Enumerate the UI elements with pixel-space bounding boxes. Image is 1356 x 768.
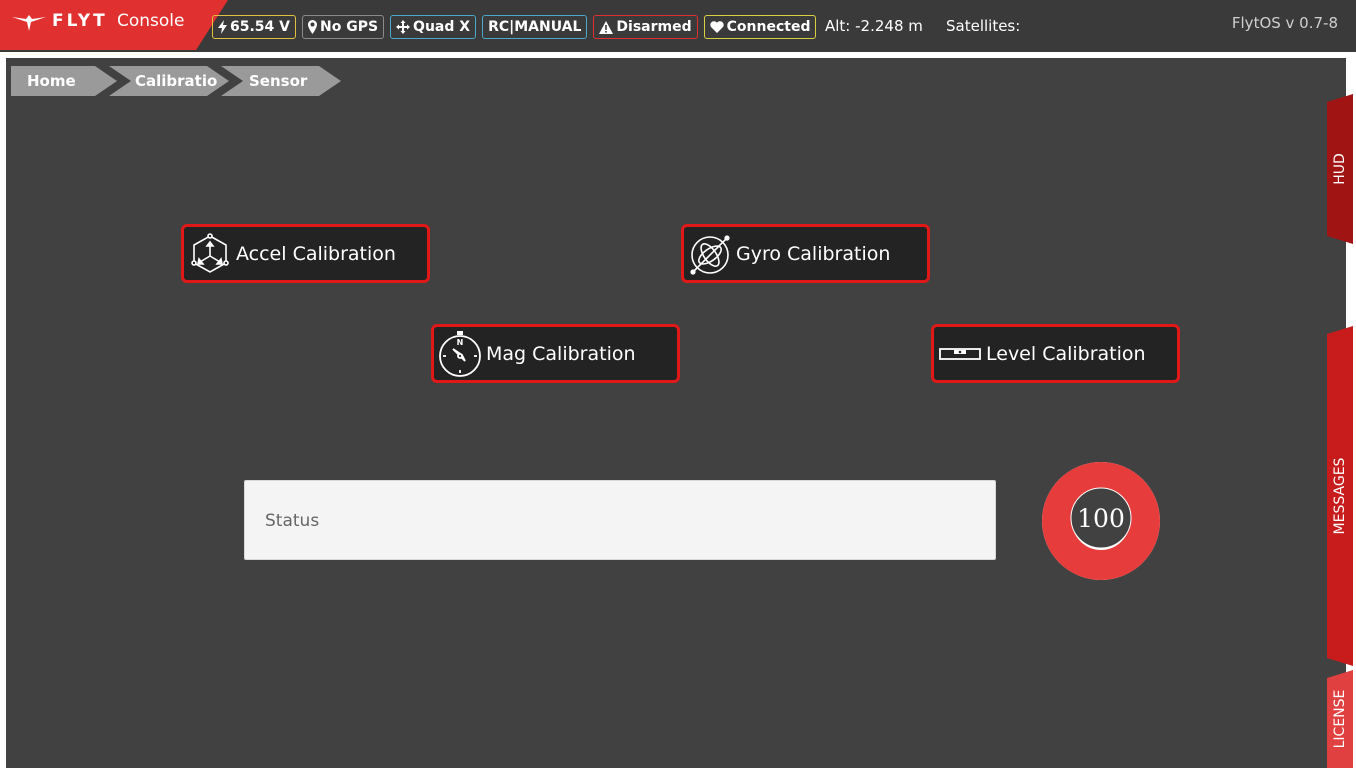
map-pin-icon (308, 20, 317, 34)
gyro-icon (684, 232, 736, 276)
altitude-readout: Alt: -2.248 m (825, 17, 923, 35)
accel-calibration-button[interactable]: Accel Calibration (181, 224, 430, 283)
arm-badge: Disarmed (593, 15, 698, 39)
breadcrumb-sensor[interactable]: Sensor (221, 66, 341, 96)
mag-calibration-label: Mag Calibration (486, 342, 636, 365)
warning-icon (599, 20, 614, 34)
level-calibration-label: Level Calibration (986, 342, 1146, 365)
breadcrumb-home[interactable]: Home (11, 66, 117, 96)
bolt-icon (218, 20, 227, 34)
voltage-value: 65.54 V (230, 19, 290, 35)
connection-badge: Connected (703, 15, 817, 39)
hud-tab-label: HUD (1332, 153, 1348, 185)
progress-value: 100 (1077, 503, 1125, 533)
arm-state: Disarmed (616, 19, 692, 35)
gps-status: No GPS (320, 19, 379, 35)
gyro-calibration-label: Gyro Calibration (736, 242, 891, 265)
accel-icon (184, 232, 236, 276)
connection-status: Connected (726, 19, 811, 35)
status-badges: 65.54 V No GPS Quad X RC|MANUAL Disarmed (212, 15, 817, 39)
frame-type: Quad X (413, 19, 471, 35)
progress-donut: 100 (1040, 460, 1162, 582)
version-label: FlytOS v 0.7-8 (1231, 14, 1338, 32)
license-tab-label: LICENSE (1332, 689, 1348, 749)
svg-text:N: N (457, 338, 464, 347)
brand-product: Console (117, 11, 185, 31)
main-panel: Home Calibratio Sensor Accel Calibration (6, 58, 1346, 768)
brand-name: FLYT (52, 11, 108, 31)
mag-calibration-button[interactable]: N Mag Calibration (431, 324, 680, 383)
breadcrumb: Home Calibratio Sensor (11, 66, 333, 96)
gyro-calibration-button[interactable]: Gyro Calibration (681, 224, 930, 283)
flight-mode: RC|MANUAL (488, 19, 582, 35)
gps-badge: No GPS (302, 15, 385, 39)
level-calibration-button[interactable]: Level Calibration (931, 324, 1180, 383)
mode-badge: RC|MANUAL (482, 15, 588, 39)
top-bar: FLYT Console 65.54 V No GPS Quad X RC|MA… (0, 0, 1356, 52)
flyt-logo-icon (12, 13, 46, 37)
compass-icon: N (434, 330, 486, 378)
messages-tab-label: MESSAGES (1332, 457, 1348, 535)
voltage-badge: 65.54 V (212, 15, 296, 39)
breadcrumb-calibration[interactable]: Calibratio (109, 66, 229, 96)
license-tab[interactable]: LICENSE (1327, 670, 1353, 768)
status-text: Status (265, 511, 320, 531)
app-logo[interactable]: FLYT Console (0, 0, 228, 50)
messages-tab[interactable]: MESSAGES (1327, 326, 1353, 666)
frame-badge: Quad X (390, 15, 477, 39)
level-icon (934, 347, 986, 361)
satellites-readout: Satellites: (946, 17, 1021, 35)
status-box: Status (244, 480, 996, 560)
quad-icon (396, 20, 411, 34)
hud-tab[interactable]: HUD (1327, 94, 1353, 244)
accel-calibration-label: Accel Calibration (236, 242, 396, 265)
heart-icon (709, 21, 724, 33)
